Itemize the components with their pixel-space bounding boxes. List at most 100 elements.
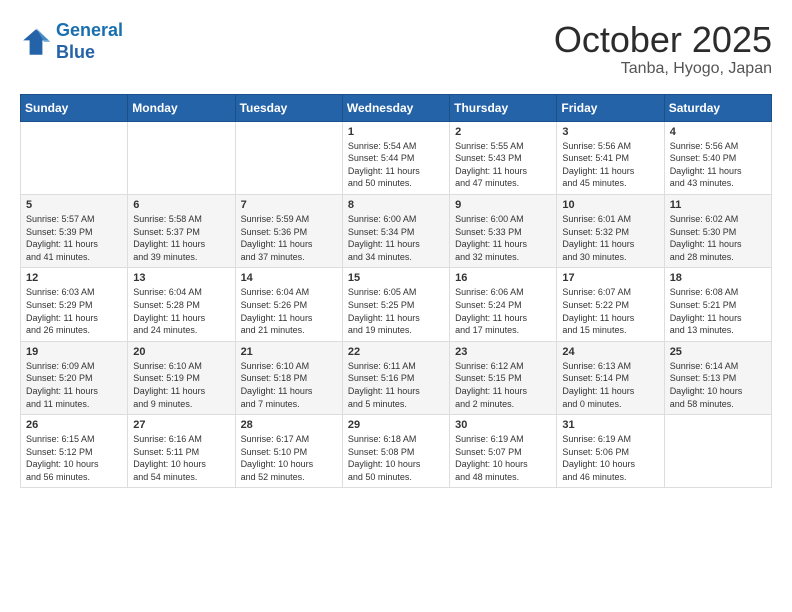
day-info: Sunrise: 5:57 AM Sunset: 5:39 PM Dayligh… bbox=[26, 213, 122, 263]
calendar-cell: 23 Sunrise: 6:12 AM Sunset: 5:15 PM Dayli… bbox=[450, 341, 557, 414]
calendar-cell: 4 Sunrise: 5:56 AM Sunset: 5:40 PM Daylig… bbox=[664, 121, 771, 194]
day-number: 5 bbox=[26, 199, 122, 211]
day-info: Sunrise: 6:13 AM Sunset: 5:14 PM Dayligh… bbox=[562, 360, 658, 410]
day-info: Sunrise: 6:03 AM Sunset: 5:29 PM Dayligh… bbox=[26, 286, 122, 336]
calendar-cell bbox=[21, 121, 128, 194]
calendar-cell: 31Sunrise: 6:19 AM Sunset: 5:06 PM Dayli… bbox=[557, 415, 664, 488]
day-info: Sunrise: 6:09 AM Sunset: 5:20 PM Dayligh… bbox=[26, 360, 122, 410]
day-info: Sunrise: 5:54 AM Sunset: 5:44 PM Dayligh… bbox=[348, 140, 444, 190]
day-number: 19 bbox=[26, 346, 122, 358]
calendar-week-row: 5 Sunrise: 5:57 AM Sunset: 5:39 PM Daylig… bbox=[21, 194, 772, 267]
calendar-week-row: 12 Sunrise: 6:03 AM Sunset: 5:29 PM Dayli… bbox=[21, 268, 772, 341]
day-info: Sunrise: 6:00 AM Sunset: 5:34 PM Dayligh… bbox=[348, 213, 444, 263]
calendar-cell: 7 Sunrise: 5:59 AM Sunset: 5:36 PM Daylig… bbox=[235, 194, 342, 267]
calendar-cell: 2 Sunrise: 5:55 AM Sunset: 5:43 PM Daylig… bbox=[450, 121, 557, 194]
day-number: 17 bbox=[562, 272, 658, 284]
day-number: 26 bbox=[26, 419, 122, 431]
weekday-header-sunday: Sunday bbox=[21, 94, 128, 121]
day-number: 23 bbox=[455, 346, 551, 358]
logo-blue: Blue bbox=[56, 42, 95, 62]
day-info: Sunrise: 6:15 AM Sunset: 5:12 PM Dayligh… bbox=[26, 433, 122, 483]
day-info: Sunrise: 6:19 AM Sunset: 5:06 PM Dayligh… bbox=[562, 433, 658, 483]
calendar-header-row: SundayMondayTuesdayWednesdayThursdayFrid… bbox=[21, 94, 772, 121]
day-number: 27 bbox=[133, 419, 229, 431]
day-info: Sunrise: 5:59 AM Sunset: 5:36 PM Dayligh… bbox=[241, 213, 337, 263]
calendar-cell: 9 Sunrise: 6:00 AM Sunset: 5:33 PM Daylig… bbox=[450, 194, 557, 267]
calendar-cell: 16 Sunrise: 6:06 AM Sunset: 5:24 PM Dayli… bbox=[450, 268, 557, 341]
day-number: 10 bbox=[562, 199, 658, 211]
calendar-cell: 30 Sunrise: 6:19 AM Sunset: 5:07 PM Dayli… bbox=[450, 415, 557, 488]
calendar-cell: 13 Sunrise: 6:04 AM Sunset: 5:28 PM Dayli… bbox=[128, 268, 235, 341]
day-number: 28 bbox=[241, 419, 337, 431]
title-block: October 2025 Tanba, Hyogo, Japan bbox=[554, 20, 772, 78]
day-info: Sunrise: 6:08 AM Sunset: 5:21 PM Dayligh… bbox=[670, 286, 766, 336]
calendar-cell: 18 Sunrise: 6:08 AM Sunset: 5:21 PM Dayli… bbox=[664, 268, 771, 341]
day-number: 20 bbox=[133, 346, 229, 358]
day-number: 1 bbox=[348, 126, 444, 138]
day-number: 3 bbox=[562, 126, 658, 138]
day-info: Sunrise: 6:16 AM Sunset: 5:11 PM Dayligh… bbox=[133, 433, 229, 483]
logo: General Blue bbox=[20, 20, 123, 63]
calendar-cell: 24 Sunrise: 6:13 AM Sunset: 5:14 PM Dayli… bbox=[557, 341, 664, 414]
day-info: Sunrise: 5:56 AM Sunset: 5:41 PM Dayligh… bbox=[562, 140, 658, 190]
calendar-cell: 27 Sunrise: 6:16 AM Sunset: 5:11 PM Dayli… bbox=[128, 415, 235, 488]
day-info: Sunrise: 6:10 AM Sunset: 5:18 PM Dayligh… bbox=[241, 360, 337, 410]
day-info: Sunrise: 6:07 AM Sunset: 5:22 PM Dayligh… bbox=[562, 286, 658, 336]
day-info: Sunrise: 6:11 AM Sunset: 5:16 PM Dayligh… bbox=[348, 360, 444, 410]
day-info: Sunrise: 5:56 AM Sunset: 5:40 PM Dayligh… bbox=[670, 140, 766, 190]
calendar-cell: 26 Sunrise: 6:15 AM Sunset: 5:12 PM Dayli… bbox=[21, 415, 128, 488]
day-info: Sunrise: 6:19 AM Sunset: 5:07 PM Dayligh… bbox=[455, 433, 551, 483]
day-info: Sunrise: 5:55 AM Sunset: 5:43 PM Dayligh… bbox=[455, 140, 551, 190]
day-info: Sunrise: 6:06 AM Sunset: 5:24 PM Dayligh… bbox=[455, 286, 551, 336]
day-info: Sunrise: 6:18 AM Sunset: 5:08 PM Dayligh… bbox=[348, 433, 444, 483]
calendar-cell: 8 Sunrise: 6:00 AM Sunset: 5:34 PM Daylig… bbox=[342, 194, 449, 267]
day-info: Sunrise: 6:14 AM Sunset: 5:13 PM Dayligh… bbox=[670, 360, 766, 410]
calendar-cell: 21 Sunrise: 6:10 AM Sunset: 5:18 PM Dayli… bbox=[235, 341, 342, 414]
calendar-cell: 20Sunrise: 6:10 AM Sunset: 5:19 PM Dayli… bbox=[128, 341, 235, 414]
day-info: Sunrise: 6:00 AM Sunset: 5:33 PM Dayligh… bbox=[455, 213, 551, 263]
calendar-cell: 1 Sunrise: 5:54 AM Sunset: 5:44 PM Daylig… bbox=[342, 121, 449, 194]
calendar-cell bbox=[235, 121, 342, 194]
day-info: Sunrise: 6:17 AM Sunset: 5:10 PM Dayligh… bbox=[241, 433, 337, 483]
day-info: Sunrise: 6:01 AM Sunset: 5:32 PM Dayligh… bbox=[562, 213, 658, 263]
day-number: 25 bbox=[670, 346, 766, 358]
day-number: 24 bbox=[562, 346, 658, 358]
day-number: 9 bbox=[455, 199, 551, 211]
day-number: 7 bbox=[241, 199, 337, 211]
day-number: 18 bbox=[670, 272, 766, 284]
weekday-header-wednesday: Wednesday bbox=[342, 94, 449, 121]
calendar-cell: 22 Sunrise: 6:11 AM Sunset: 5:16 PM Dayli… bbox=[342, 341, 449, 414]
day-number: 2 bbox=[455, 126, 551, 138]
day-info: Sunrise: 6:12 AM Sunset: 5:15 PM Dayligh… bbox=[455, 360, 551, 410]
day-number: 16 bbox=[455, 272, 551, 284]
day-info: Sunrise: 6:04 AM Sunset: 5:28 PM Dayligh… bbox=[133, 286, 229, 336]
location: Tanba, Hyogo, Japan bbox=[554, 60, 772, 78]
day-number: 4 bbox=[670, 126, 766, 138]
calendar-cell: 10 Sunrise: 6:01 AM Sunset: 5:32 PM Dayli… bbox=[557, 194, 664, 267]
day-number: 13 bbox=[133, 272, 229, 284]
day-number: 15 bbox=[348, 272, 444, 284]
logo-general: General bbox=[56, 20, 123, 40]
weekday-header-tuesday: Tuesday bbox=[235, 94, 342, 121]
day-number: 21 bbox=[241, 346, 337, 358]
calendar-week-row: 19 Sunrise: 6:09 AM Sunset: 5:20 PM Dayli… bbox=[21, 341, 772, 414]
calendar-cell: 11Sunrise: 6:02 AM Sunset: 5:30 PM Dayli… bbox=[664, 194, 771, 267]
weekday-header-saturday: Saturday bbox=[664, 94, 771, 121]
day-number: 30 bbox=[455, 419, 551, 431]
day-number: 6 bbox=[133, 199, 229, 211]
day-number: 14 bbox=[241, 272, 337, 284]
day-number: 29 bbox=[348, 419, 444, 431]
day-number: 12 bbox=[26, 272, 122, 284]
day-info: Sunrise: 6:05 AM Sunset: 5:25 PM Dayligh… bbox=[348, 286, 444, 336]
weekday-header-friday: Friday bbox=[557, 94, 664, 121]
day-info: Sunrise: 5:58 AM Sunset: 5:37 PM Dayligh… bbox=[133, 213, 229, 263]
day-number: 22 bbox=[348, 346, 444, 358]
calendar-cell: 12 Sunrise: 6:03 AM Sunset: 5:29 PM Dayli… bbox=[21, 268, 128, 341]
calendar-cell: 29 Sunrise: 6:18 AM Sunset: 5:08 PM Dayli… bbox=[342, 415, 449, 488]
calendar-cell: 5 Sunrise: 5:57 AM Sunset: 5:39 PM Daylig… bbox=[21, 194, 128, 267]
weekday-header-thursday: Thursday bbox=[450, 94, 557, 121]
calendar-cell: 17 Sunrise: 6:07 AM Sunset: 5:22 PM Dayli… bbox=[557, 268, 664, 341]
day-number: 8 bbox=[348, 199, 444, 211]
logo-icon bbox=[20, 26, 52, 58]
calendar-table: SundayMondayTuesdayWednesdayThursdayFrid… bbox=[20, 94, 772, 489]
